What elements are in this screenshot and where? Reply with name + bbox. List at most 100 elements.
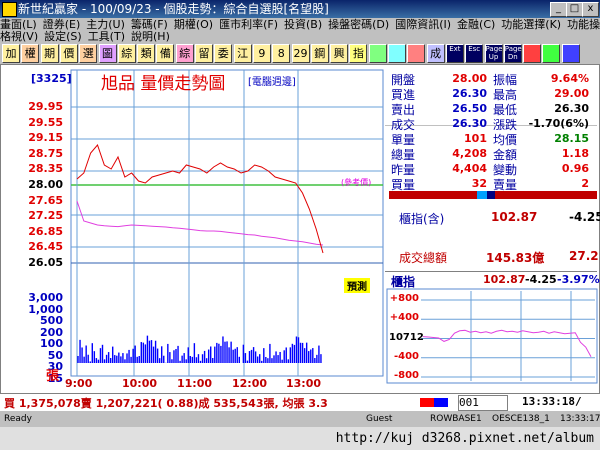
menu-item-11[interactable]: 功能操作(E) xyxy=(567,18,600,31)
toolbar-button-1[interactable]: 權 xyxy=(21,44,40,63)
toolbar-button-12[interactable]: 江 xyxy=(233,44,252,63)
toolbar-button-18[interactable]: 指 xyxy=(349,44,368,63)
toolbar-button-7[interactable]: 類 xyxy=(137,44,156,63)
price-tick-label: 26.05 xyxy=(28,256,63,269)
quote-value: 4,208 xyxy=(452,147,487,160)
quote-value: 101 xyxy=(464,132,487,145)
toolbar-button-23[interactable]: Ext xyxy=(445,44,464,63)
index-value: 102.87 xyxy=(491,210,538,224)
trade-status-line: 買 1,375,078賣 1,207,221( 0.88)成 535,543張,… xyxy=(0,394,600,411)
toolbar-button-25[interactable]: Page Up xyxy=(484,44,503,63)
time-tick-label: 9:00 xyxy=(65,377,93,390)
toolbar-button-15[interactable]: 29 xyxy=(291,44,310,63)
forecast-badge[interactable]: 預測 xyxy=(344,278,370,293)
toolbar-button-4[interactable]: 選 xyxy=(79,44,98,63)
volume-unit: 張 xyxy=(45,369,59,384)
toolbar-button-21[interactable] xyxy=(407,44,426,63)
toolbar-button-0[interactable]: 加 xyxy=(2,44,20,63)
status-base: ROWBASE1 xyxy=(430,414,482,424)
menu-item-4[interactable]: 期權(O) xyxy=(174,18,213,31)
status-time: 13:33:17 xyxy=(560,414,600,424)
watermark-bar: http://kuj d3268.pixnet.net/album xyxy=(0,427,600,450)
index-label: 櫃指(含) xyxy=(399,212,445,226)
quote-value: 28.00 xyxy=(452,72,487,85)
quote-value: 32 xyxy=(471,177,487,190)
status-server: OESCE138_1 xyxy=(492,414,550,424)
toolbar-button-17[interactable]: 興 xyxy=(330,44,349,63)
quote-value: -1.70(6%) xyxy=(528,117,589,130)
toolbar-button-14[interactable]: 8 xyxy=(272,44,291,63)
price-tick-label: 26.85 xyxy=(28,224,63,238)
index-change: -4.25 xyxy=(569,210,600,224)
toolbar: 加權期價選圖綜類備綜留委江 9 8 29 鋼興指成 Ext Esc Page Up Page D… xyxy=(0,43,600,63)
title-bar: 新世紀贏家 - 100/09/23 - 個股走勢：綜合自選股[名望股] _ □ … xyxy=(0,0,600,18)
menu-item-10[interactable]: 功能選擇(K) xyxy=(501,18,561,31)
stock-code: [3325] xyxy=(31,72,72,85)
trade-summary: 買 1,375,078賣 1,207,221( 0.88)成 535,543張,… xyxy=(4,397,328,410)
menu-item-8[interactable]: 國際資訊(I) xyxy=(395,18,451,31)
toolbar-button-20[interactable] xyxy=(388,44,406,63)
ref-price-tag: (參考價) xyxy=(341,178,372,187)
quote-value: 26.30 xyxy=(452,87,487,100)
time-tick-label: 11:00 xyxy=(177,377,213,390)
toolbar-button-28[interactable] xyxy=(542,44,561,63)
status-bar: Ready Guest ROWBASE1 OESCE138_1 13:33:17 xyxy=(0,412,600,426)
toolbar-button-22[interactable]: 成 xyxy=(426,44,445,63)
toolbar-button-2[interactable]: 期 xyxy=(40,44,59,63)
quote-value: 2 xyxy=(581,177,589,190)
quote-value: 26.30 xyxy=(554,102,589,115)
buy-sell-bar-mid xyxy=(477,191,487,199)
clock: 13:33:18/ xyxy=(522,395,582,408)
chart-frame xyxy=(70,69,384,377)
main-panel: [3325] 旭品 量價走勢圖 [電腦週邊] (參考價) 預測 29.95 29.… xyxy=(0,64,600,394)
turnover-value: 145.83億 xyxy=(486,251,545,265)
menu2-item-0[interactable]: 格視(V) xyxy=(0,30,38,43)
menu2-item-2[interactable]: 工具(T) xyxy=(88,30,125,43)
status-user: Guest xyxy=(366,414,393,424)
toolbar-button-10[interactable]: 留 xyxy=(195,44,213,63)
mini-tick-label: -800 xyxy=(393,370,419,381)
mini-tick-label: +800 xyxy=(389,293,419,304)
price-tick-label: 28.35 xyxy=(28,162,63,176)
quote-value: 26.30 xyxy=(452,117,487,130)
turnover-change: 27.2 xyxy=(569,249,599,263)
menu2-item-3[interactable]: 說明(H) xyxy=(131,30,170,43)
status-ready: Ready xyxy=(4,414,32,424)
menu-item-7[interactable]: 操盤密碼(D) xyxy=(328,18,389,31)
toolbar-button-6[interactable]: 綜 xyxy=(117,44,136,63)
toolbar-button-8[interactable]: 備 xyxy=(156,44,175,63)
quote-value: 9.64% xyxy=(550,72,589,85)
quote-value: 1.18 xyxy=(561,147,589,160)
menu-item-9[interactable]: 金融(C) xyxy=(457,18,495,31)
turnover-label: 成交總額 xyxy=(399,251,448,265)
toolbar-button-29[interactable] xyxy=(561,44,580,63)
mini-tick-label: 10712 xyxy=(389,331,424,343)
mini-label: 櫃指 xyxy=(391,275,416,289)
menu2-item-1[interactable]: 設定(S) xyxy=(44,30,82,43)
chart-title: 旭品 量價走勢圖 xyxy=(101,74,226,94)
toolbar-button-9[interactable]: 綜 xyxy=(175,44,194,63)
toolbar-button-11[interactable]: 委 xyxy=(214,44,233,63)
toolbar-button-24[interactable]: Esc xyxy=(465,44,484,63)
mini-change: -4.25 xyxy=(525,273,557,286)
close-button[interactable]: x xyxy=(582,2,599,17)
toolbar-button-27[interactable] xyxy=(523,44,542,63)
menu-item-6[interactable]: 投資(B) xyxy=(284,18,322,31)
quote-label: 買量 xyxy=(391,178,416,192)
mini-tick-label: +400 xyxy=(389,312,419,324)
toolbar-button-26[interactable]: Page Dn xyxy=(503,44,522,63)
toolbar-button-16[interactable]: 鋼 xyxy=(310,44,329,63)
price-tick-label: 29.55 xyxy=(28,115,63,129)
toolbar-button-13[interactable]: 9 xyxy=(252,44,271,63)
toolbar-button-3[interactable]: 價 xyxy=(59,44,78,63)
price-tick-label: 29.95 xyxy=(28,100,63,113)
maximize-button[interactable]: □ xyxy=(566,2,583,17)
code-input[interactable]: 001 xyxy=(458,395,508,411)
menu-item-5[interactable]: 匯市利率(F) xyxy=(219,18,278,31)
quote-value: 26.50 xyxy=(452,102,487,115)
quote-value: 29.00 xyxy=(554,87,589,100)
quote-value: 0.96 xyxy=(561,162,589,175)
toolbar-button-5[interactable]: 圖 xyxy=(98,44,117,63)
toolbar-button-19[interactable] xyxy=(368,44,387,63)
minimize-button[interactable]: _ xyxy=(550,2,567,17)
